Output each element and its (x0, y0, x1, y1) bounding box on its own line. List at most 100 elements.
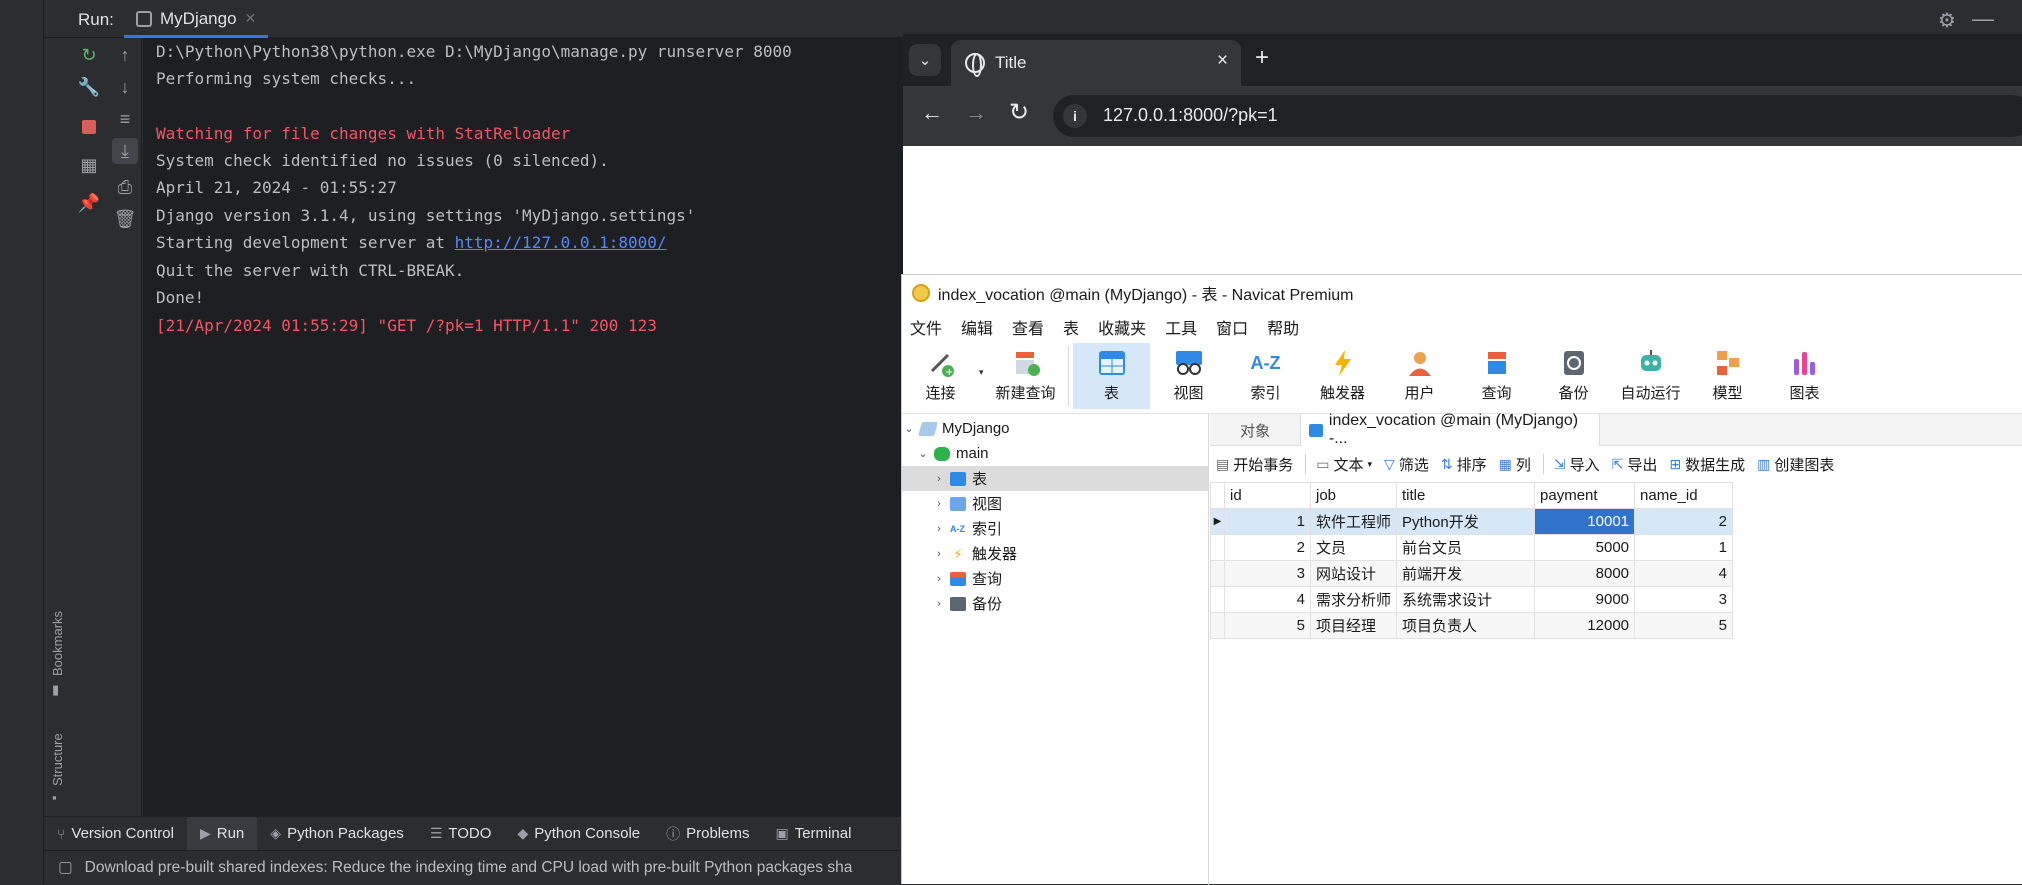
site-info-icon[interactable]: i (1063, 104, 1087, 128)
tab-version-control[interactable]: ⑂ Version Control (44, 817, 187, 851)
scroll-down-icon[interactable]: ↓ (112, 74, 138, 100)
data-generation-button[interactable]: ⊞ 数据生成 (1669, 454, 1745, 475)
tree-item-indexes[interactable]: › A-Z 索引 (902, 516, 1208, 541)
menu-help[interactable]: 帮助 (1259, 315, 1310, 339)
cell[interactable]: 需求分析师 (1309, 586, 1398, 613)
tree-database[interactable]: ⌄ main (902, 441, 1208, 466)
tab-search-button[interactable]: ⌄ (909, 44, 941, 76)
console-output[interactable]: D:\Python\Python38\python.exe D:\MyDjang… (143, 38, 903, 816)
cell[interactable]: 12000 (1534, 612, 1636, 639)
collapse-icon[interactable]: ⌄ (902, 422, 916, 435)
stop-button[interactable] (76, 114, 102, 140)
tab-run[interactable]: ▶ Run (186, 816, 258, 851)
wrench-icon[interactable]: 🔧 (76, 74, 102, 100)
soft-wrap-icon[interactable]: ≡ (112, 106, 138, 132)
tab-terminal[interactable]: ▣ Terminal (762, 817, 864, 851)
trash-icon[interactable]: 🗑 (112, 206, 138, 232)
menu-file[interactable]: 文件 (902, 315, 953, 339)
text-view-button[interactable]: ▭ 文本 ▾ (1316, 454, 1372, 475)
forward-arrow-icon[interactable]: → (965, 100, 987, 126)
close-tab-icon[interactable]: ✕ (245, 10, 257, 27)
expand-icon[interactable]: › (932, 473, 946, 485)
tree-item-views[interactable]: › 视图 (902, 491, 1208, 516)
collapse-icon[interactable]: ⌄ (916, 447, 930, 460)
toolbar-view[interactable]: 视图 (1150, 343, 1227, 409)
tree-item-tables[interactable]: › 表 (902, 466, 1208, 491)
sort-button[interactable]: ⇅ 排序 (1441, 454, 1487, 475)
expand-icon[interactable]: › (932, 598, 946, 610)
rerun-icon[interactable]: ↻ (76, 42, 102, 68)
menu-edit[interactable]: 编辑 (953, 315, 1004, 339)
cell[interactable]: 项目经理 (1309, 612, 1398, 639)
toolbar-new-query[interactable]: 新建查询 (987, 343, 1064, 409)
toolbar-index[interactable]: A-Z 索引 (1227, 343, 1304, 409)
menu-window[interactable]: 窗口 (1208, 315, 1259, 339)
cell[interactable]: 前端开发 (1396, 560, 1536, 587)
column-header[interactable]: title (1396, 482, 1536, 509)
reload-icon[interactable]: ↻ (1009, 98, 1029, 127)
cell[interactable]: 5 (1224, 612, 1311, 639)
expand-icon[interactable]: › (932, 573, 946, 585)
tab-todo[interactable]: ☰ TODO (417, 817, 505, 851)
column-header[interactable]: payment (1534, 482, 1636, 509)
cell[interactable]: Python开发 (1396, 508, 1536, 535)
toolbar-trigger[interactable]: 触发器 (1304, 343, 1381, 409)
gear-icon[interactable]: ⚙ (1938, 8, 1956, 33)
layout-icon[interactable]: ▦ (76, 152, 102, 178)
close-tab-button[interactable]: × (1217, 50, 1228, 72)
cell[interactable]: 3 (1224, 560, 1311, 587)
column-header[interactable]: job (1309, 482, 1398, 509)
begin-transaction-button[interactable]: ▤ 开始事务 (1216, 454, 1293, 475)
connect-dropdown-icon[interactable]: ▾ (979, 343, 987, 378)
cell[interactable]: 9000 (1534, 586, 1636, 613)
toolbar-automation[interactable]: 自动运行 (1612, 343, 1689, 409)
bookmarks-tab[interactable]: Bookmarks (50, 611, 65, 676)
server-url-link[interactable]: http://127.0.0.1:8000/ (455, 233, 667, 252)
tab-objects[interactable]: 对象 (1210, 414, 1300, 446)
menu-table[interactable]: 表 (1055, 315, 1090, 339)
cell[interactable]: 系统需求设计 (1396, 586, 1536, 613)
scroll-up-icon[interactable]: ↑ (112, 42, 138, 68)
cell[interactable]: 5000 (1534, 534, 1636, 561)
menu-favorites[interactable]: 收藏夹 (1090, 315, 1157, 339)
columns-button[interactable]: ▦ 列 (1499, 454, 1531, 475)
scroll-to-end-icon[interactable]: ⤓ (112, 138, 138, 164)
new-tab-button[interactable]: + (1255, 44, 1269, 72)
browser-tab[interactable]: Title × (951, 40, 1241, 86)
create-chart-button[interactable]: ▥ 创建图表 (1757, 454, 1834, 475)
cell[interactable]: 软件工程师 (1309, 508, 1398, 535)
tab-python-packages[interactable]: ◈ Python Packages (257, 817, 417, 851)
window-icon[interactable]: ▢ (58, 858, 73, 877)
expand-icon[interactable]: › (932, 498, 946, 510)
run-tab[interactable]: MyDjango ✕ (124, 2, 269, 38)
menu-tools[interactable]: 工具 (1157, 315, 1208, 339)
cell[interactable]: 项目负责人 (1396, 612, 1536, 639)
cell[interactable]: 2 (1224, 534, 1311, 561)
toolbar-user[interactable]: 用户 (1381, 343, 1458, 409)
cell[interactable]: 4 (1224, 586, 1311, 613)
tab-table-data[interactable]: index_vocation @main (MyDjango) -... (1300, 412, 1600, 447)
expand-icon[interactable]: › (932, 548, 946, 560)
cell[interactable]: 前台文员 (1396, 534, 1536, 561)
menu-view[interactable]: 查看 (1004, 315, 1055, 339)
structure-tab[interactable]: Structure (50, 733, 65, 786)
table-row[interactable]: 3 网站设计 前端开发 8000 4 (1210, 560, 1734, 587)
cell[interactable]: 8000 (1534, 560, 1636, 587)
tree-connection[interactable]: ⌄ MyDjango (902, 416, 1208, 441)
filter-button[interactable]: ▽ 筛选 (1384, 454, 1429, 475)
export-button[interactable]: ⇱ 导出 (1612, 454, 1658, 475)
cell[interactable]: 4 (1634, 560, 1734, 587)
tab-python-console[interactable]: ◆ Python Console (504, 817, 653, 851)
toolbar-table[interactable]: 表 (1073, 343, 1150, 409)
address-bar[interactable]: i 127.0.0.1:8000/?pk=1 (1053, 95, 2022, 137)
toolbar-backup[interactable]: 备份 (1535, 343, 1612, 409)
cell[interactable]: 1 (1634, 534, 1734, 561)
cell[interactable]: 2 (1634, 508, 1734, 535)
table-row[interactable]: 4 需求分析师 系统需求设计 9000 3 (1210, 586, 1734, 613)
selected-cell[interactable]: 10001 (1534, 508, 1636, 535)
cell[interactable]: 3 (1634, 586, 1734, 613)
tree-item-backups[interactable]: › 备份 (902, 591, 1208, 616)
tab-problems[interactable]: ⓘ Problems (653, 817, 762, 851)
cell[interactable]: 网站设计 (1309, 560, 1398, 587)
cell[interactable]: 1 (1224, 508, 1311, 535)
